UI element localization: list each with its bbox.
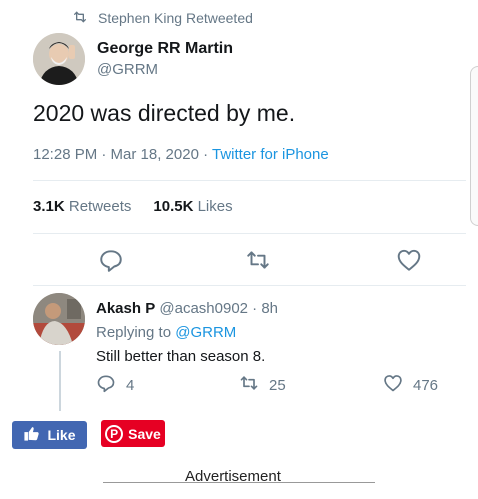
reply-icon[interactable] xyxy=(98,247,124,273)
retweet-context-label: Stephen King Retweeted xyxy=(98,10,253,26)
retweet-icon xyxy=(72,9,88,28)
divider xyxy=(33,180,466,181)
facebook-like-button[interactable]: Like xyxy=(12,421,87,449)
retweet-action-icon[interactable] xyxy=(245,247,271,273)
thread-line xyxy=(59,351,61,411)
reply-reply-button[interactable]: 4 xyxy=(96,373,134,397)
tweet-meta: 12:28 PM · Mar 18, 2020 · Twitter for iP… xyxy=(33,145,329,165)
author-handle[interactable]: @GRRM xyxy=(97,60,233,80)
thumbs-up-icon xyxy=(23,425,40,445)
reply-retweet-button[interactable]: 25 xyxy=(239,373,286,397)
pinterest-icon: P xyxy=(105,424,124,443)
avatar[interactable] xyxy=(33,33,85,85)
reply-text: Still better than season 8. xyxy=(96,348,266,365)
tweet-timestamp[interactable]: 12:28 PM · Mar 18, 2020 · xyxy=(33,146,212,163)
retweets-stat[interactable]: 3.1K Retweets xyxy=(33,197,131,217)
advertisement-label: Advertisement xyxy=(185,468,281,485)
tweet-stats: 3.1K Retweets 10.5K Likes xyxy=(33,197,233,217)
save-button-label: Save xyxy=(128,425,161,442)
tweet-source-link[interactable]: Twitter for iPhone xyxy=(212,146,329,163)
reply-like-button[interactable]: 476 xyxy=(383,373,438,397)
reply-actions: 4 25 476 xyxy=(96,373,476,395)
divider xyxy=(33,285,466,286)
divider xyxy=(33,233,466,234)
retweet-icon xyxy=(239,373,259,397)
likes-label: Likes xyxy=(197,198,233,215)
replying-to-prefix: Replying to xyxy=(96,324,176,341)
likes-count: 10.5K xyxy=(153,198,194,215)
scrollbar-edge[interactable] xyxy=(470,66,478,226)
avatar[interactable] xyxy=(33,293,85,345)
reply-author-name[interactable]: Akash P xyxy=(96,300,155,317)
replying-to-link[interactable]: @GRRM xyxy=(175,324,236,341)
tweet-actions xyxy=(33,245,466,275)
retweets-count: 3.1K xyxy=(33,198,65,215)
tweet-author: George RR Martin @GRRM xyxy=(33,33,233,85)
author-display-name[interactable]: George RR Martin xyxy=(97,38,233,60)
reply-icon xyxy=(96,373,116,397)
heart-icon xyxy=(383,373,403,397)
retweets-label: Retweets xyxy=(68,198,132,215)
like-button-label: Like xyxy=(47,427,76,443)
like-count: 476 xyxy=(413,376,439,394)
reply-author-handle[interactable]: @acash0902 · 8h xyxy=(159,300,278,317)
tweet-text: 2020 was directed by me. xyxy=(33,100,296,126)
pinterest-save-button[interactable]: P Save xyxy=(101,420,165,447)
reply-count: 4 xyxy=(126,376,135,394)
retweet-context: Stephen King Retweeted xyxy=(72,8,253,28)
likes-stat[interactable]: 10.5K Likes xyxy=(153,197,232,217)
replying-to: Replying to @GRRM xyxy=(96,321,466,345)
like-heart-icon[interactable] xyxy=(396,247,422,273)
retweet-count: 25 xyxy=(269,376,286,394)
